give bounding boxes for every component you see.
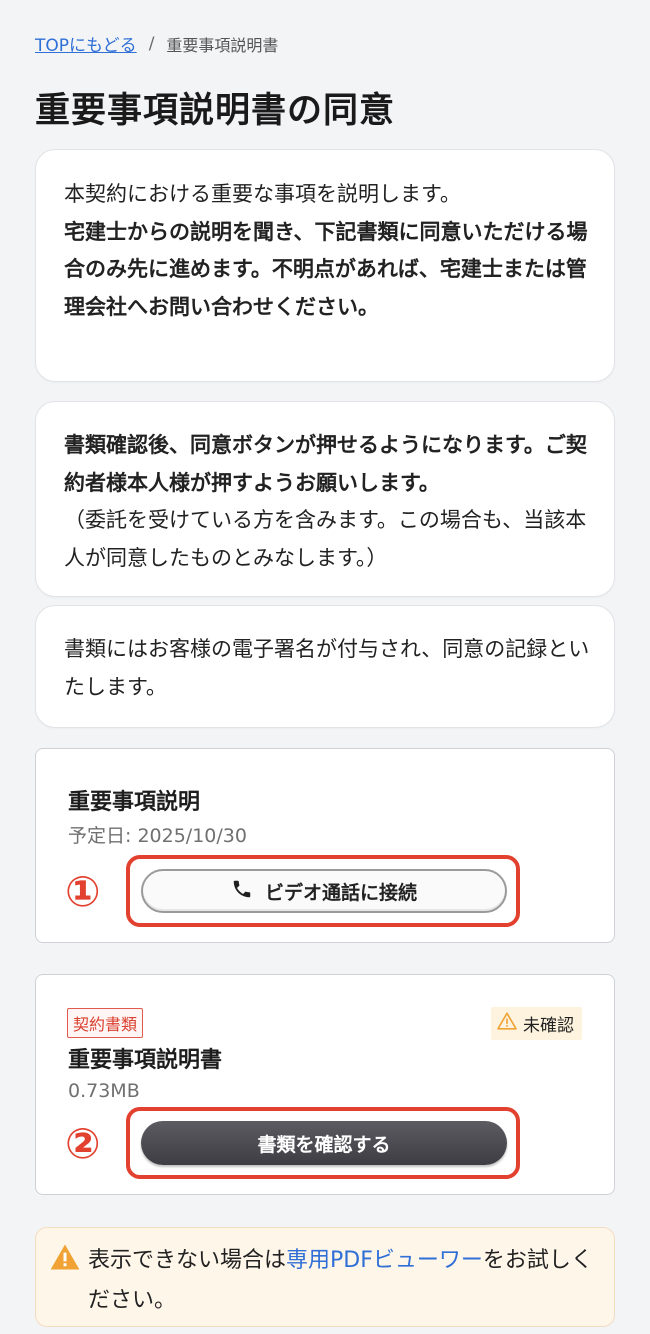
- info-card-normal-text: 本契約における重要な事項を説明します。: [64, 182, 461, 206]
- info-card-explanation: 本契約における重要な事項を説明します。宅建士からの説明を聞き、下記書類に同意いた…: [35, 149, 615, 382]
- warning-icon: [50, 1243, 80, 1285]
- info-card-text: 書類確認後、同意ボタンが押せるようになります。ご契約者様本人様が押すようお願いし…: [64, 427, 594, 577]
- step-marker-2: ②: [65, 1119, 101, 1168]
- scheduled-date: 予定日: 2025/10/30: [68, 825, 247, 847]
- document-type-tag: 契約書類: [67, 1008, 144, 1038]
- confirm-document-button[interactable]: 書類を確認する: [141, 1121, 507, 1165]
- info-card-bold-text: 宅建士からの説明を聞き、下記書類に同意いただける場合のみ先に進めます。不明点があ…: [64, 219, 588, 319]
- video-call-button[interactable]: ビデオ通話に接続: [141, 869, 507, 913]
- step-marker-1: ①: [65, 867, 101, 916]
- info-card-normal-text: （委託を受けている方を含みます。この場合も、当該本人が同意したものとみなします。…: [64, 508, 587, 570]
- info-card-text: 本契約における重要な事項を説明します。宅建士からの説明を聞き、下記書類に同意いた…: [64, 176, 588, 326]
- pdf-notice: 表示できない場合は専用PDFビューワーをお試しください。: [35, 1227, 615, 1327]
- document-title: 重要事項説明書: [68, 1048, 223, 1073]
- pdf-viewer-link[interactable]: 専用PDFビューワー: [286, 1248, 483, 1273]
- document-panel: 契約書類 未確認 重要事項説明書 0.73MB ② 書類を確認する: [35, 974, 615, 1195]
- info-card-consent: 書類確認後、同意ボタンが押せるようになります。ご契約者様本人様が押すようお願いし…: [35, 401, 615, 597]
- status-badge: 未確認: [491, 1007, 582, 1040]
- breadcrumb: TOPにもどる / 重要事項説明書: [35, 31, 279, 57]
- info-card-bold-text: 書類確認後、同意ボタンが押せるようになります。ご契約者様本人様が押すようお願いし…: [64, 433, 587, 495]
- document-size: 0.73MB: [68, 1080, 140, 1102]
- pdf-notice-text-before: 表示できない場合は: [88, 1248, 287, 1273]
- page: TOPにもどる / 重要事項説明書 重要事項説明書の同意 本契約における重要な事…: [0, 0, 650, 1334]
- status-label: 未確認: [523, 1016, 574, 1036]
- explanation-panel: 重要事項説明 予定日: 2025/10/30 ① ビデオ通話に接続: [35, 748, 615, 943]
- phone-icon: [231, 878, 253, 905]
- breadcrumb-separator: /: [148, 33, 155, 54]
- info-card-text: 書類にはお客様の電子署名が付与され、同意の記録といたします。: [64, 637, 590, 699]
- video-call-button-label: ビデオ通話に接続: [264, 881, 417, 904]
- explanation-title: 重要事項説明: [68, 790, 201, 815]
- breadcrumb-current: 重要事項説明書: [166, 35, 279, 55]
- page-title: 重要事項説明書の同意: [35, 91, 396, 131]
- breadcrumb-top-link[interactable]: TOPにもどる: [35, 31, 137, 56]
- info-card-signature: 書類にはお客様の電子署名が付与され、同意の記録といたします。: [35, 605, 615, 728]
- warning-icon: [497, 1012, 517, 1035]
